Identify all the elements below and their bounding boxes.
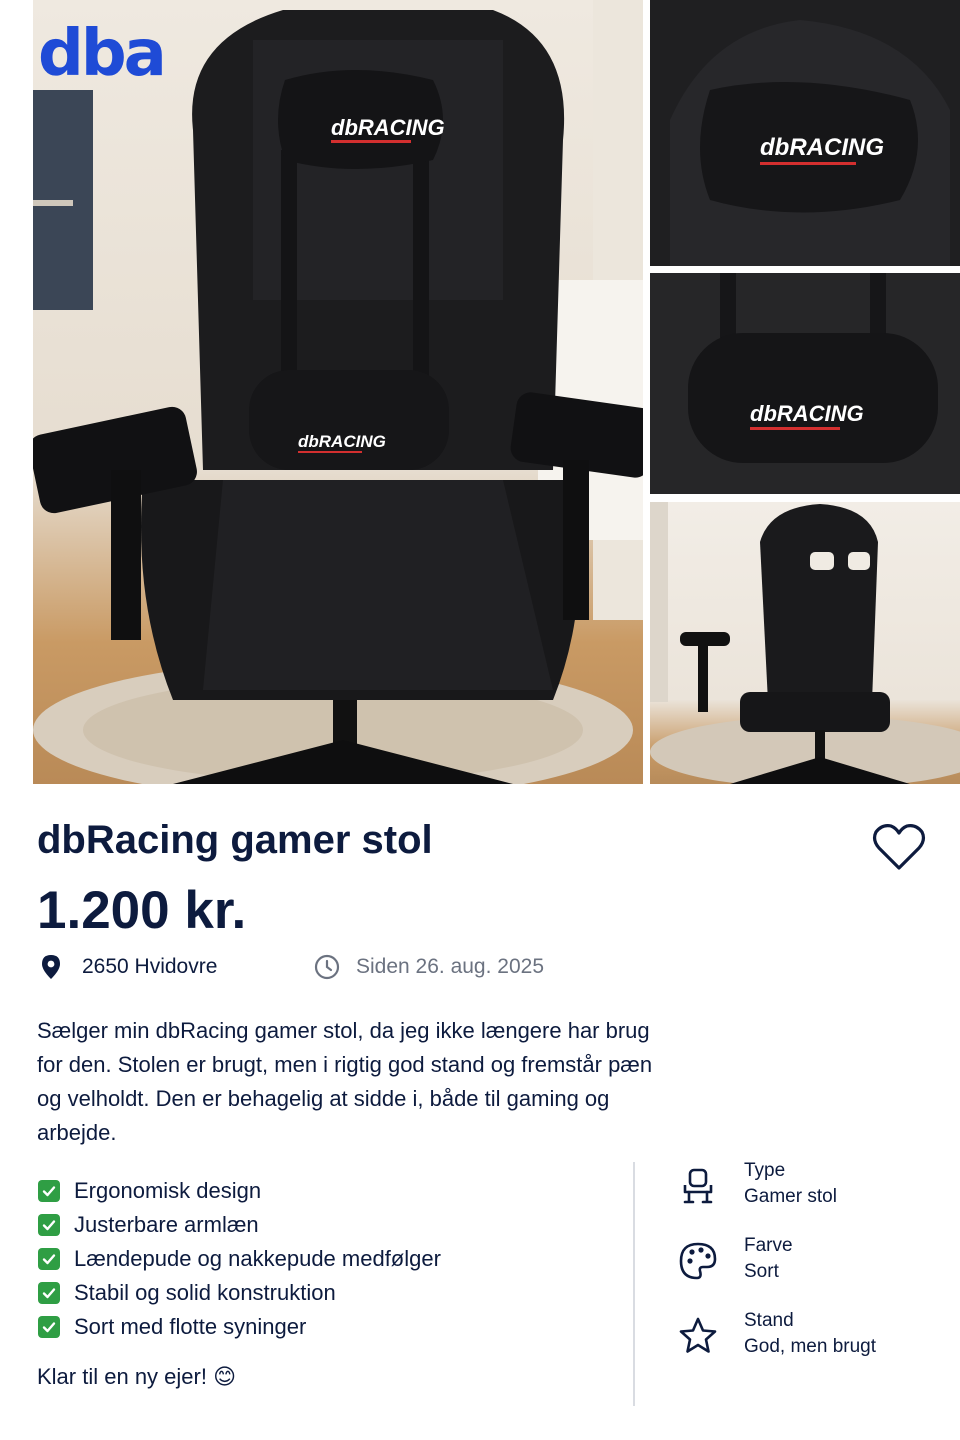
main-photo[interactable]: dbRACING dbRACING <box>33 0 643 784</box>
favorite-button[interactable] <box>872 822 926 872</box>
closing-text: Klar til en ny ejer! 😊 <box>37 1364 237 1389</box>
palette-icon <box>679 1242 717 1280</box>
listing-description: Sælger min dbRacing gamer stol, da jeg i… <box>37 1018 653 1145</box>
image-gallery: dbRACING dbRACING dbRACING dbRACING dba <box>0 0 960 786</box>
feature-item: Lændepude og nakkepude medfølger <box>38 1242 441 1276</box>
location-text: 2650 Hvidovre <box>82 955 218 978</box>
spec-value: Gamer stol <box>744 1186 837 1207</box>
check-icon <box>38 1282 60 1304</box>
listing-title: dbRacing gamer stol <box>37 818 433 862</box>
posted-date-text: Siden 26. aug. 2025 <box>356 955 544 978</box>
location-pin-icon <box>42 955 60 979</box>
check-icon <box>38 1248 60 1270</box>
spec-label: Type <box>744 1160 786 1181</box>
star-icon <box>679 1317 717 1353</box>
spec-value: Sort <box>744 1261 779 1282</box>
feature-item: Sort med flotte syninger <box>38 1310 441 1344</box>
dba-logo[interactable]: dba <box>38 22 167 86</box>
svg-text:dbRACING: dbRACING <box>298 432 386 451</box>
feature-text: Lændepude og nakkepude medfølger <box>74 1246 441 1271</box>
feature-item: Justerbare armlæn <box>38 1208 441 1242</box>
posted-date: Siden 26. aug. 2025 <box>314 953 544 981</box>
feature-text: Ergonomisk design <box>74 1178 262 1203</box>
location: 2650 Hvidovre <box>40 953 217 981</box>
check-icon <box>38 1214 60 1236</box>
chair-back-image <box>650 502 960 784</box>
chair-icon <box>683 1168 713 1204</box>
spec-condition: Stand God, men brugt <box>678 1308 918 1368</box>
lumbar-image: dbRACING <box>650 273 960 494</box>
clock-icon <box>314 954 340 980</box>
listing-price: 1.200 kr. <box>37 881 247 940</box>
svg-text:dbRACING: dbRACING <box>331 115 445 140</box>
spec-value: God, men brugt <box>744 1336 877 1357</box>
feature-list: Ergonomisk design Justerbare armlæn Lænd… <box>38 1174 441 1344</box>
spec-type: Type Gamer stol <box>678 1158 918 1218</box>
spec-color: Farve Sort <box>678 1233 918 1293</box>
thumbnail-back-view[interactable] <box>650 502 960 784</box>
feature-text: Stabil og solid konstruktion <box>74 1280 336 1305</box>
check-icon <box>38 1316 60 1338</box>
section-divider <box>633 1162 635 1406</box>
svg-text:dbRACING: dbRACING <box>750 401 864 426</box>
headrest-image: dbRACING <box>650 0 960 266</box>
feature-item: Stabil og solid konstruktion <box>38 1276 441 1310</box>
feature-item: Ergonomisk design <box>38 1174 441 1208</box>
spec-label: Farve <box>744 1235 793 1256</box>
feature-text: Sort med flotte syninger <box>74 1314 307 1339</box>
svg-text:dbRACING: dbRACING <box>760 134 884 161</box>
feature-text: Justerbare armlæn <box>74 1212 259 1237</box>
spec-label: Stand <box>744 1310 794 1331</box>
thumbnail-headrest[interactable]: dbRACING <box>650 0 960 266</box>
check-icon <box>38 1180 60 1202</box>
chair-front-image: dbRACING dbRACING <box>33 0 643 784</box>
thumbnail-lumbar[interactable]: dbRACING <box>650 273 960 494</box>
heart-icon <box>872 824 926 870</box>
